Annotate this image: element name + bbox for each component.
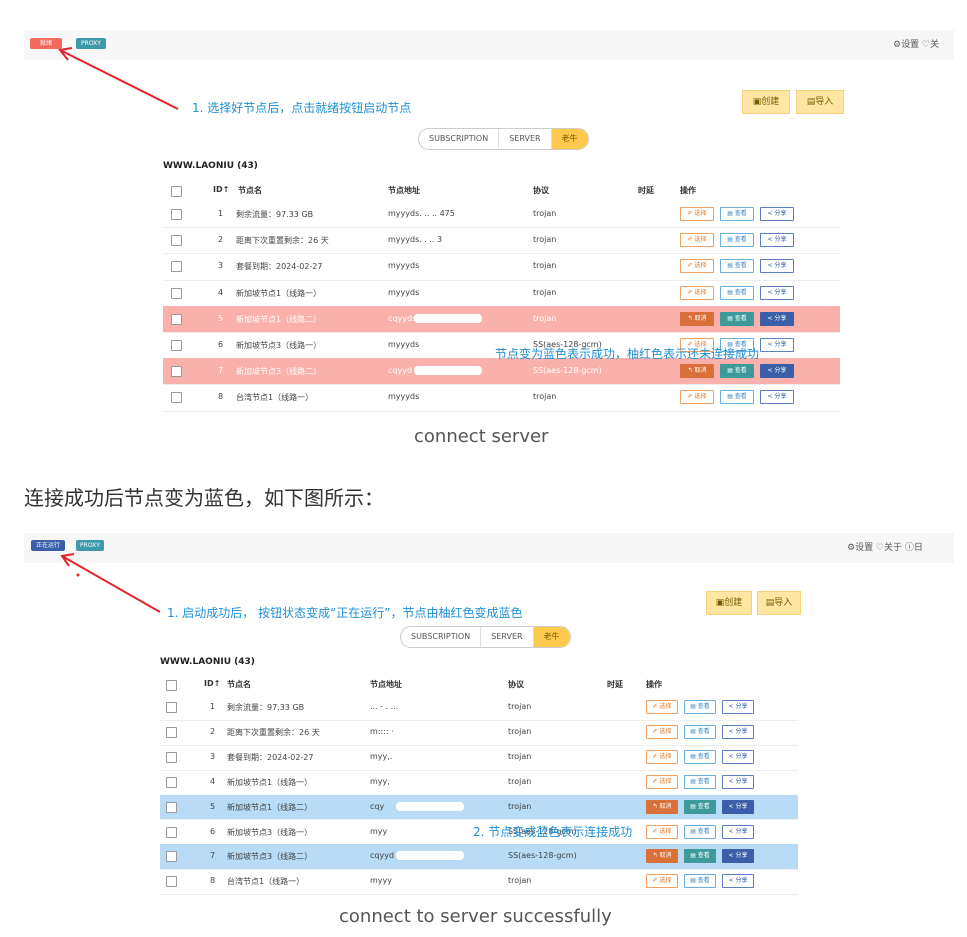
arrow-to-ready-button [58,47,179,110]
stray-dot [76,573,80,577]
annotation-arrows [58,47,179,613]
arrow-to-running-button [60,553,161,613]
